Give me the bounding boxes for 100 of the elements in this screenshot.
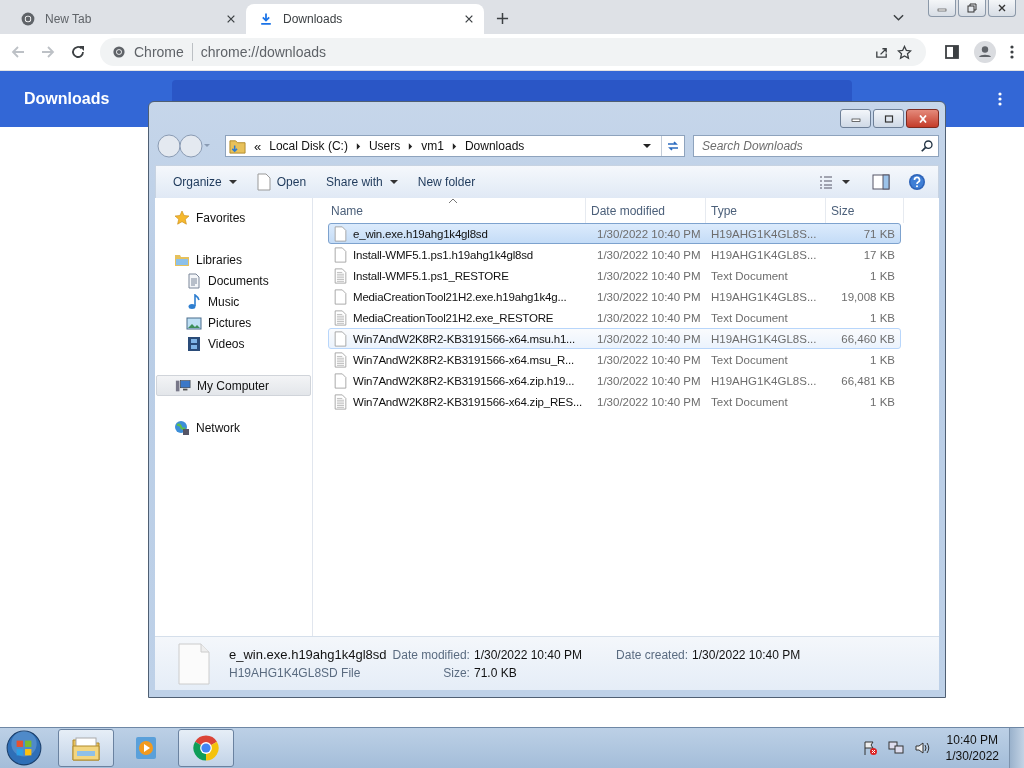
document-icon	[186, 272, 202, 289]
taskbar-button[interactable]	[58, 729, 114, 767]
picture-icon	[186, 314, 202, 331]
breadcrumb-item[interactable]: Local Disk (C:)	[269, 139, 348, 153]
table-cell-text: Win7AndW2K8R2-KB3191566-x64.msu.h1...	[353, 332, 577, 345]
arrow-right-icon[interactable]	[451, 142, 457, 150]
file-row[interactable]: e_win.exe.h19ahg1k4gl8sd 1/30/2022 10:40 PM H19AHG1K4GL8S... 71 KB	[328, 223, 901, 244]
sidebar-item[interactable]: Documents	[156, 270, 311, 291]
search-field[interactable]: Search Downloads	[693, 135, 939, 157]
table-cell-text: 1 KB	[869, 353, 895, 366]
minimize-button[interactable]	[840, 109, 871, 128]
arrow-right-icon[interactable]	[408, 142, 414, 150]
file-row[interactable]: Win7AndW2K8R2-KB3191566-x64.msu_R... 1/30/2022 10:40 PM Text Document 1 KB	[328, 349, 901, 370]
sidebar-item[interactable]: Libraries	[156, 249, 311, 270]
music-note-icon	[186, 293, 202, 310]
new-tab-icon[interactable]	[496, 12, 509, 25]
sidebar-item[interactable]: Network	[156, 417, 311, 438]
star-icon[interactable]	[897, 44, 912, 60]
table-cell-text: Win7AndW2K8R2-KB3191566-x64.zip.h19...	[353, 374, 576, 387]
caret-icon	[228, 179, 237, 185]
sidebar-item[interactable]: My Computer	[156, 375, 311, 396]
table-cell-text: 19,008 KB	[840, 290, 895, 303]
folder-icon	[71, 734, 101, 762]
sidebar-item[interactable]: Videos	[156, 333, 311, 354]
field-value: 1/30/2022 10:40 PM	[692, 648, 801, 662]
restore-button[interactable]	[958, 0, 986, 17]
file-icon	[177, 642, 211, 685]
breadcrumb-item[interactable]: vm1	[421, 139, 444, 153]
table-cell-text: Install-WMF5.1.ps1.h19ahg1k4gl8sd	[353, 248, 535, 261]
search-field[interactable]	[172, 80, 852, 101]
table-cell-text: Text Document	[711, 269, 789, 282]
file-row[interactable]: Install-WMF5.1.ps1.h19ahg1k4gl8sd 1/30/2022 10:40 PM H19AHG1K4GL8S... 17 KB	[328, 244, 901, 265]
network-icon[interactable]	[887, 740, 904, 756]
file-icon	[334, 225, 347, 242]
table-cell-text: 1/30/2022 10:40 PM	[597, 290, 702, 303]
side-panel-icon[interactable]	[944, 44, 960, 60]
folder-icon	[229, 137, 246, 155]
caret-icon	[389, 179, 398, 185]
maximize-button[interactable]	[873, 109, 904, 128]
start-button[interactable]	[4, 729, 44, 767]
caret-icon[interactable]	[643, 143, 651, 149]
field-value: 71.0 KB	[473, 666, 518, 680]
toolbar-button[interactable]: Organize	[164, 170, 246, 194]
overflow-chevron[interactable]: «	[254, 138, 262, 154]
globe-icon	[174, 419, 190, 436]
file-row[interactable]: Win7AndW2K8R2-KB3191566-x64.zip.h19... 1/30/2022 10:40 PM H19AHG1K4GL8S... 66,481 KB	[328, 370, 901, 391]
toolbar-button[interactable]: Share with	[317, 170, 407, 194]
table-cell-text: MediaCreationTool21H2.exe.h19ahg1k4g...	[353, 290, 568, 303]
file-icon	[334, 372, 347, 389]
sidebar-item[interactable]: Music	[156, 291, 311, 312]
file-row[interactable]: Install-WMF5.1.ps1_RESTORE 1/30/2022 10:40 PM Text Document 1 KB	[328, 265, 901, 286]
address-bar[interactable]: Chrome chrome://downloads	[100, 38, 926, 66]
text-file-icon	[334, 393, 347, 410]
chevron-down-icon[interactable]	[893, 14, 904, 22]
reload-icon[interactable]	[70, 44, 86, 60]
browser-tab[interactable]: Downloads	[246, 4, 484, 34]
url-text: chrome://downloads	[200, 44, 327, 60]
arrow-right-icon[interactable]	[355, 142, 361, 150]
table-cell-text: 66,460 KB	[840, 332, 895, 345]
close-icon[interactable]	[226, 14, 236, 24]
help-icon[interactable]	[908, 173, 926, 191]
field-label: Size:	[442, 666, 470, 680]
close-button[interactable]	[906, 109, 939, 128]
file-row[interactable]: MediaCreationTool21H2.exe_RESTORE 1/30/2022 10:40 PM Text Document 1 KB	[328, 307, 901, 328]
restore-icon	[967, 3, 977, 13]
breadcrumb-item[interactable]: Users	[368, 139, 401, 153]
clock[interactable]: 10:40 PM 1/30/2022	[945, 732, 999, 764]
menu-icon[interactable]	[1010, 44, 1014, 60]
minimize-button[interactable]	[928, 0, 956, 17]
flag-icon[interactable]	[861, 740, 878, 756]
preview-pane-icon[interactable]	[872, 174, 890, 190]
table-cell-text: Text Document	[711, 395, 789, 408]
taskbar-button[interactable]	[178, 729, 234, 767]
table-cell-text: H19AHG1K4GL8S...	[711, 227, 818, 240]
address-bar[interactable]: « Local Disk (C:) Users vm1 Downloads	[225, 135, 685, 157]
field-label: Date created:	[616, 648, 689, 662]
file-row[interactable]: MediaCreationTool21H2.exe.h19ahg1k4g... 1/30/2022 10:40 PM H19AHG1K4GL8S... 19,008 KB	[328, 286, 901, 307]
text-file-icon	[334, 309, 347, 326]
toolbar-button[interactable]: New folder	[408, 170, 485, 194]
speaker-icon[interactable]	[913, 740, 930, 756]
file-row[interactable]: Win7AndW2K8R2-KB3191566-x64.zip_RES... 1/30/2022 10:40 PM Text Document 1 KB	[328, 391, 901, 412]
computer-icon	[175, 377, 191, 394]
table-cell-text: MediaCreationTool21H2.exe_RESTORE	[353, 311, 555, 324]
close-button[interactable]	[988, 0, 1016, 17]
toolbar-button[interactable]: Open	[247, 170, 316, 194]
sidebar-item[interactable]: Favorites	[156, 207, 311, 228]
close-icon[interactable]	[464, 14, 474, 24]
table-cell-text: H19AHG1K4GL8S...	[711, 290, 818, 303]
table-cell-text: 1 KB	[869, 395, 895, 408]
view-options-icon[interactable]	[818, 174, 852, 190]
profile-icon[interactable]	[974, 41, 996, 63]
more-icon[interactable]	[998, 91, 1002, 107]
table-cell-text: H19AHG1K4GL8S...	[711, 332, 818, 345]
file-row[interactable]: Win7AndW2K8R2-KB3191566-x64.msu.h1... 1/30/2022 10:40 PM H19AHG1K4GL8S... 66,460 KB	[328, 328, 901, 349]
browser-tab[interactable]: New Tab	[8, 4, 246, 34]
close-icon	[997, 3, 1007, 13]
breadcrumb-item[interactable]: Downloads	[464, 139, 525, 153]
search-icon	[920, 139, 934, 153]
chrome-logo-icon	[112, 45, 126, 59]
sidebar-item[interactable]: Pictures	[156, 312, 311, 333]
